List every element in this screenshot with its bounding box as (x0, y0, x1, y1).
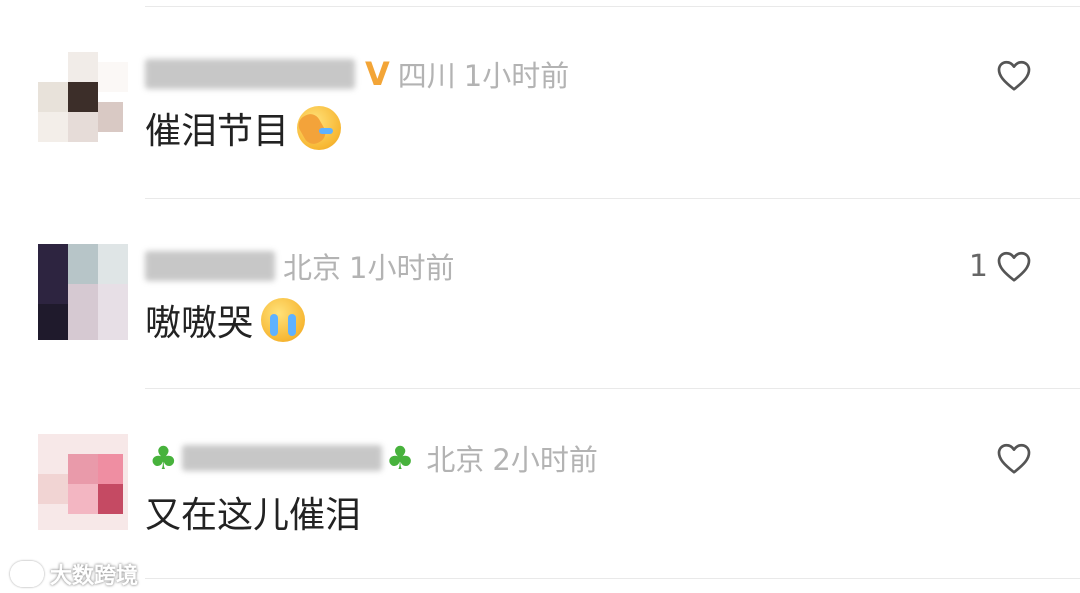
comment-meta: V 四川 1小时前 (145, 55, 570, 93)
comment-time: 1小时前 (349, 251, 455, 285)
username[interactable] (145, 59, 355, 89)
loudly-crying-emoji-icon (261, 298, 306, 342)
avatar[interactable] (38, 52, 128, 148)
comment-time: 2小时前 (492, 443, 598, 477)
watermark-text: 大数跨境 (50, 564, 139, 589)
username[interactable] (145, 251, 275, 281)
avatar[interactable] (38, 434, 128, 530)
avatar[interactable] (38, 244, 128, 340)
shamrock-icon: ♣ (149, 439, 178, 477)
watermark: 大数跨境 (10, 558, 138, 590)
like-button[interactable]: 1 (969, 248, 1032, 284)
comment-meta: ♣ ♣ 北京 2小时前 (145, 439, 598, 477)
username[interactable] (181, 445, 382, 471)
comment-time: 1小时前 (463, 59, 570, 93)
divider (145, 6, 1080, 7)
heart-icon (997, 251, 1031, 282)
comment-meta: 北京 1小时前 (145, 248, 455, 285)
watermark-logo-icon (10, 561, 44, 587)
comment-region: 四川 (397, 59, 456, 93)
level-badge-icon: V (365, 55, 390, 93)
comment-text: 嗷嗷哭 (145, 298, 306, 344)
divider (145, 578, 1080, 579)
heart-icon (997, 443, 1031, 474)
like-button[interactable] (988, 57, 1032, 93)
like-button[interactable] (988, 440, 1032, 476)
comment-region: 北京 (426, 443, 485, 477)
shamrock-icon: ♣ (385, 439, 415, 477)
facepalm-crying-emoji-icon (297, 106, 342, 150)
divider (145, 198, 1080, 199)
comment-text: 催泪节目 (145, 106, 342, 152)
like-count: 1 (968, 248, 988, 284)
divider (145, 388, 1080, 389)
comment-text: 又在这儿催泪 (145, 495, 362, 536)
comment-region: 北京 (283, 251, 342, 285)
heart-icon (997, 60, 1031, 91)
